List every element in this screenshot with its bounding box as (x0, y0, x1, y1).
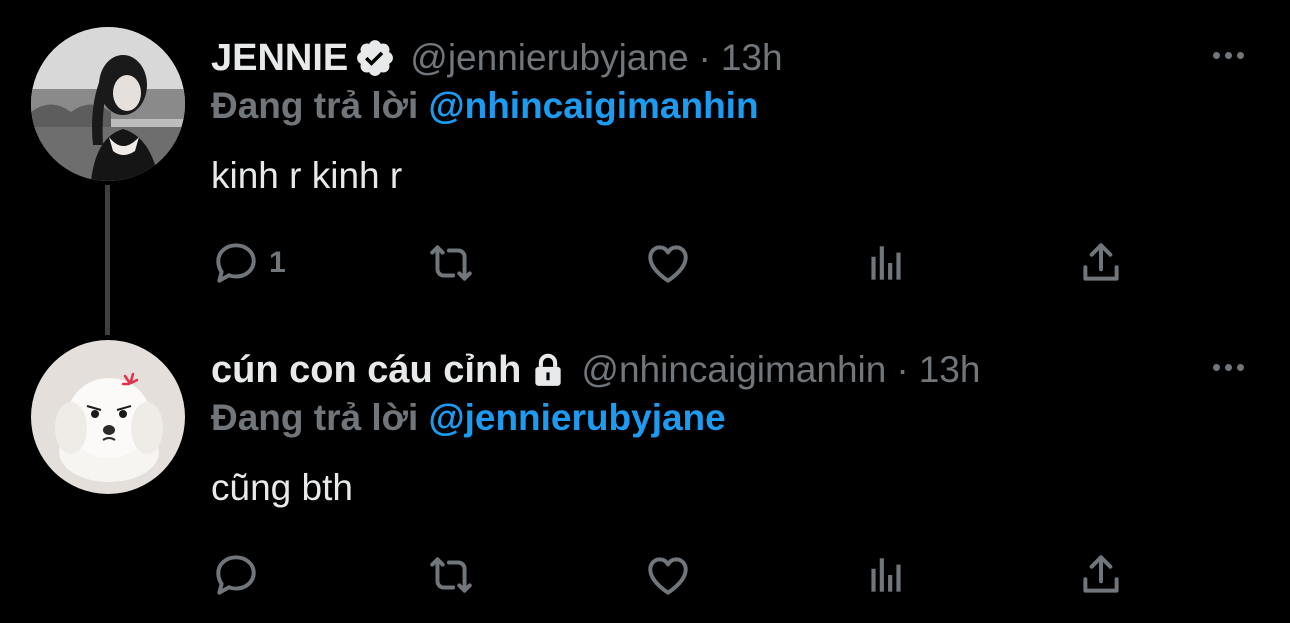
reply-icon (216, 555, 256, 595)
user-handle[interactable]: @jennierubyjane (410, 37, 688, 79)
lock-icon (529, 351, 567, 389)
retweet-icon (430, 557, 472, 593)
replying-to-label: Đang trả lời (211, 397, 419, 438)
analytics-icon (871, 558, 901, 592)
share-icon (1083, 243, 1119, 281)
replying-to: Đang trả lời @nhincaigimanhin (211, 85, 759, 127)
views-button[interactable] (861, 550, 911, 600)
separator: · (698, 37, 711, 78)
tweet-actions: 1 (211, 238, 1141, 288)
tweet-2[interactable]: cún con cáu cỉnh @nhincaigimanhin · 13h … (0, 330, 1290, 623)
avatar-jennie[interactable] (31, 27, 185, 181)
verified-icon (354, 37, 396, 79)
display-name[interactable]: JENNIE (211, 37, 348, 80)
tweet-header: cún con cáu cỉnh @nhincaigimanhin · 13h (211, 345, 980, 395)
replying-to: Đang trả lời @jennierubyjane (211, 397, 726, 439)
timestamp[interactable]: 13h (721, 37, 783, 79)
reply-button[interactable] (211, 550, 269, 600)
analytics-icon (871, 246, 901, 280)
display-name[interactable]: cún con cáu cỉnh (211, 349, 521, 392)
replying-to-label: Đang trả lời (211, 85, 419, 126)
retweet-button[interactable] (426, 550, 476, 600)
replying-to-handle[interactable]: @jennierubyjane (429, 397, 726, 438)
tweet-header: JENNIE @jennierubyjane · 13h (211, 33, 783, 83)
more-options-icon[interactable] (1208, 45, 1248, 65)
tweet-text: cũng bth (211, 467, 353, 508)
reply-icon (216, 243, 256, 283)
heart-icon (648, 245, 688, 283)
tweet-actions (211, 550, 1141, 600)
share-button[interactable] (1076, 550, 1126, 600)
more-options-icon[interactable] (1208, 357, 1248, 377)
like-button[interactable] (643, 550, 693, 600)
user-handle[interactable]: @nhincaigimanhin (581, 349, 886, 391)
heart-icon (648, 557, 688, 595)
replying-to-handle[interactable]: @nhincaigimanhin (429, 85, 759, 126)
reply-button[interactable]: 1 (211, 238, 286, 288)
like-button[interactable] (643, 238, 693, 288)
retweet-icon (430, 245, 472, 281)
separator: · (896, 349, 909, 390)
avatar-puppy[interactable] (31, 340, 185, 494)
timestamp[interactable]: 13h (919, 349, 981, 391)
share-icon (1083, 555, 1119, 593)
views-button[interactable] (861, 238, 911, 288)
tweet-text: kinh r kinh r (211, 155, 403, 196)
thread-connector-line (105, 185, 110, 335)
retweet-button[interactable] (426, 238, 476, 288)
reply-count: 1 (269, 246, 286, 279)
share-button[interactable] (1076, 238, 1126, 288)
tweet-1[interactable]: JENNIE @jennierubyjane · 13h Đang trả lờ… (0, 0, 1290, 335)
